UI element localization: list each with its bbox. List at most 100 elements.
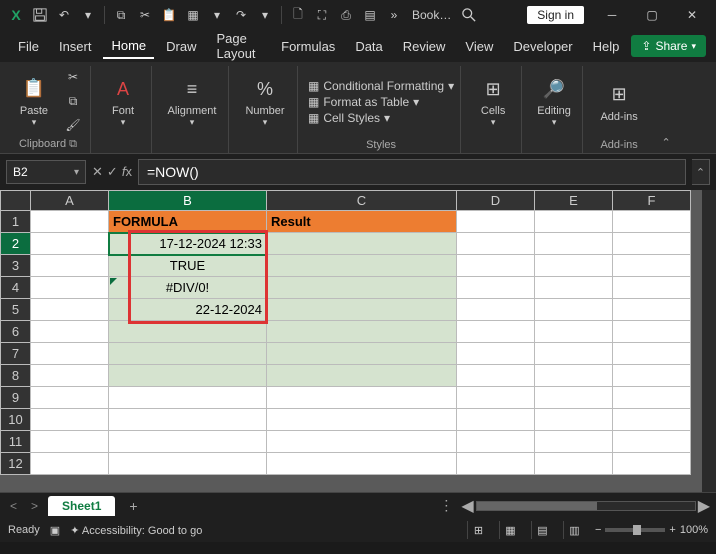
share-button[interactable]: ⇪ Share ▾ xyxy=(631,35,706,57)
row-header-2[interactable]: 2 xyxy=(1,233,31,255)
cell-f2[interactable] xyxy=(613,233,691,255)
cell-c3[interactable] xyxy=(267,255,457,277)
cell-a4[interactable] xyxy=(31,277,109,299)
vertical-scrollbar[interactable] xyxy=(702,190,716,492)
new-file-icon[interactable]: 🗋 xyxy=(288,5,308,25)
page-layout-view-icon[interactable]: ▤ xyxy=(531,521,553,539)
tab-draw[interactable]: Draw xyxy=(158,35,204,58)
cell-a11[interactable] xyxy=(31,431,109,453)
tab-view[interactable]: View xyxy=(457,35,501,58)
document-title[interactable]: Book… xyxy=(412,8,451,22)
sheet-tab-active[interactable]: Sheet1 xyxy=(48,496,115,516)
cell-d8[interactable] xyxy=(457,365,535,387)
formula-input[interactable]: =NOW() xyxy=(138,159,686,185)
cell-c12[interactable] xyxy=(267,453,457,475)
cut-icon[interactable]: ✂ xyxy=(135,5,155,25)
cell-a7[interactable] xyxy=(31,343,109,365)
tab-formulas[interactable]: Formulas xyxy=(273,35,343,58)
cell-b6[interactable] xyxy=(109,321,267,343)
tab-home[interactable]: Home xyxy=(103,34,154,59)
cell-a3[interactable] xyxy=(31,255,109,277)
normal-view-icon[interactable]: ▦ xyxy=(499,521,521,539)
tab-data[interactable]: Data xyxy=(347,35,390,58)
cell-f11[interactable] xyxy=(613,431,691,453)
copy-button[interactable]: ⧉ xyxy=(62,90,84,112)
cell-c11[interactable] xyxy=(267,431,457,453)
horizontal-scrollbar[interactable] xyxy=(476,501,696,511)
cell-f9[interactable] xyxy=(613,387,691,409)
cell-e12[interactable] xyxy=(535,453,613,475)
editing-button[interactable]: 🔎 Editing ▾ xyxy=(532,75,576,128)
col-header-e[interactable]: E xyxy=(535,191,613,211)
select-all-corner[interactable] xyxy=(1,191,31,211)
cut-button[interactable]: ✂ xyxy=(62,66,84,88)
page-break-view-icon[interactable]: ▥ xyxy=(563,521,585,539)
qat-dropdown-icon[interactable]: ▾ xyxy=(255,5,275,25)
spreadsheet-grid[interactable]: A B C D E F 1 FORMULA Result 2 17-12-202… xyxy=(0,190,691,475)
cell-d10[interactable] xyxy=(457,409,535,431)
redo-dropdown-icon[interactable]: ▾ xyxy=(78,5,98,25)
cell-b8[interactable] xyxy=(109,365,267,387)
cell-b1[interactable]: FORMULA xyxy=(109,211,267,233)
paste-qat-icon[interactable]: 📋 xyxy=(159,5,179,25)
cell-a6[interactable] xyxy=(31,321,109,343)
cell-c6[interactable] xyxy=(267,321,457,343)
row-header-12[interactable]: 12 xyxy=(1,453,31,475)
camera-icon[interactable]: ⎙ xyxy=(336,5,356,25)
zoom-value[interactable]: 100% xyxy=(680,524,708,536)
name-box[interactable]: B2 ▾ xyxy=(6,160,86,184)
row-header-4[interactable]: 4 xyxy=(1,277,31,299)
cell-b5[interactable]: 22-12-2024 xyxy=(109,299,267,321)
cell-c1[interactable]: Result xyxy=(267,211,457,233)
cell-b3[interactable]: TRUE xyxy=(109,255,267,277)
form-icon[interactable]: ▤ xyxy=(360,5,380,25)
qat-icon-2[interactable]: ▾ xyxy=(207,5,227,25)
undo-icon[interactable]: ↶ xyxy=(54,5,74,25)
zoom-control[interactable]: − + 100% xyxy=(595,524,708,536)
cell-d9[interactable] xyxy=(457,387,535,409)
row-header-5[interactable]: 5 xyxy=(1,299,31,321)
qat-overflow-icon[interactable]: » xyxy=(384,5,404,25)
cell-d2[interactable] xyxy=(457,233,535,255)
cell-a1[interactable] xyxy=(31,211,109,233)
conditional-formatting-button[interactable]: ▦ Conditional Formatting ▾ xyxy=(308,79,454,93)
open-folder-icon[interactable]: ⛶ xyxy=(312,5,332,25)
cell-e9[interactable] xyxy=(535,387,613,409)
cell-d3[interactable] xyxy=(457,255,535,277)
cell-e7[interactable] xyxy=(535,343,613,365)
cell-c4[interactable] xyxy=(267,277,457,299)
row-header-6[interactable]: 6 xyxy=(1,321,31,343)
display-settings-icon[interactable]: ⊞ xyxy=(467,521,489,539)
cell-a10[interactable] xyxy=(31,409,109,431)
cell-d12[interactable] xyxy=(457,453,535,475)
cell-c9[interactable] xyxy=(267,387,457,409)
alignment-button[interactable]: ≡ Alignment ▾ xyxy=(162,75,222,128)
row-header-8[interactable]: 8 xyxy=(1,365,31,387)
cell-f3[interactable] xyxy=(613,255,691,277)
search-icon[interactable] xyxy=(459,5,479,25)
font-button[interactable]: A Font ▾ xyxy=(101,75,145,128)
cell-f4[interactable] xyxy=(613,277,691,299)
cell-b12[interactable] xyxy=(109,453,267,475)
sheet-nav-next[interactable]: > xyxy=(27,499,42,513)
cell-e4[interactable] xyxy=(535,277,613,299)
accessibility-status[interactable]: ✦ Accessibility: Good to go xyxy=(70,524,202,537)
cell-a9[interactable] xyxy=(31,387,109,409)
col-header-d[interactable]: D xyxy=(457,191,535,211)
expand-formula-bar-button[interactable]: ⌃ xyxy=(692,159,710,185)
zoom-slider[interactable] xyxy=(605,528,665,532)
ribbon-collapse-button[interactable]: ⌃ xyxy=(655,66,677,153)
copy-icon[interactable]: ⧉ xyxy=(111,5,131,25)
cell-e8[interactable] xyxy=(535,365,613,387)
format-painter-button[interactable]: 🖌 xyxy=(62,114,84,136)
cell-f1[interactable] xyxy=(613,211,691,233)
col-header-b[interactable]: B xyxy=(109,191,267,211)
cell-e5[interactable] xyxy=(535,299,613,321)
cell-a5[interactable] xyxy=(31,299,109,321)
number-button[interactable]: % Number ▾ xyxy=(239,75,291,128)
col-header-a[interactable]: A xyxy=(31,191,109,211)
cell-c8[interactable] xyxy=(267,365,457,387)
cell-a2[interactable] xyxy=(31,233,109,255)
row-header-10[interactable]: 10 xyxy=(1,409,31,431)
cell-c5[interactable] xyxy=(267,299,457,321)
